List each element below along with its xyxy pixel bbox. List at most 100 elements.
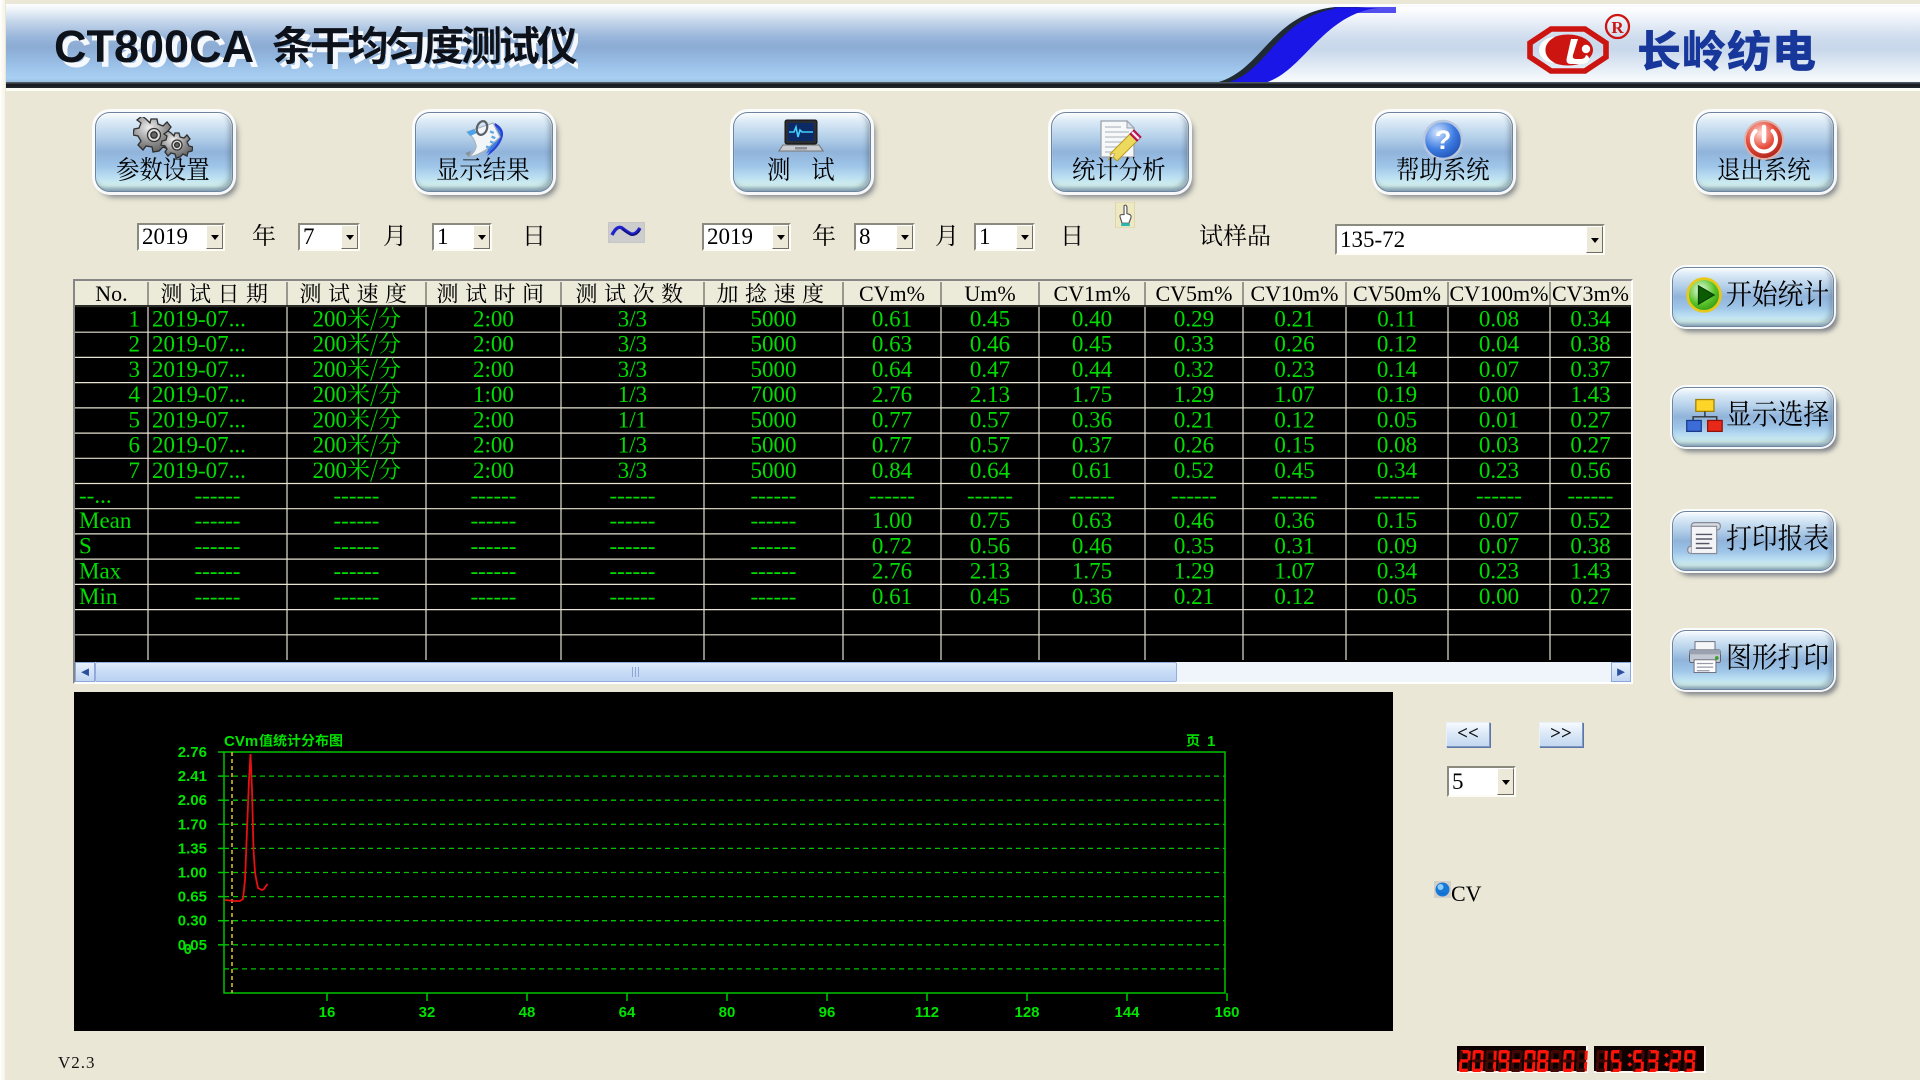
svg-text:2:00: 2:00 [473, 458, 514, 483]
svg-text:48: 48 [519, 1004, 536, 1021]
svg-text:0.11: 0.11 [1377, 307, 1416, 332]
svg-text:------: ------ [751, 584, 797, 609]
svg-text:------: ------ [334, 584, 380, 609]
svg-text:------: ------ [334, 508, 380, 533]
svg-text:0.38: 0.38 [1570, 332, 1610, 357]
svg-text:0.05: 0.05 [178, 937, 207, 954]
svg-text:0.40: 0.40 [1072, 307, 1112, 332]
svg-text:1.07: 1.07 [1274, 382, 1314, 407]
svg-text:2:00: 2:00 [473, 357, 514, 382]
svg-text:0.44: 0.44 [1072, 357, 1113, 382]
svg-text:------: ------ [471, 508, 517, 533]
svg-text:------: ------ [610, 508, 656, 533]
svg-text:0.34: 0.34 [1570, 307, 1611, 332]
svg-text:0.00: 0.00 [1479, 584, 1519, 609]
svg-text:0.63: 0.63 [872, 332, 912, 357]
svg-text:1.29: 1.29 [1174, 382, 1214, 407]
svg-text:1.00: 1.00 [872, 508, 912, 533]
svg-text:0.23: 0.23 [1479, 458, 1519, 483]
svg-text:1.70: 1.70 [178, 816, 207, 833]
svg-text:7000: 7000 [751, 382, 797, 407]
svg-text:0.12: 0.12 [1274, 584, 1314, 609]
svg-text:2019-07...: 2019-07... [152, 332, 246, 357]
svg-text:2019-07...: 2019-07... [152, 382, 246, 407]
svg-text:2:00: 2:00 [473, 433, 514, 458]
svg-text:200: 200 [312, 458, 347, 483]
svg-text:2:00: 2:00 [473, 332, 514, 357]
svg-text:CV3m%: CV3m% [1552, 281, 1629, 306]
svg-text:200: 200 [312, 332, 347, 357]
svg-text:1/3: 1/3 [618, 382, 647, 407]
svg-text:Min: Min [79, 584, 118, 609]
svg-text:S: S [79, 533, 92, 558]
svg-text:0.35: 0.35 [1174, 533, 1214, 558]
svg-text:0.37: 0.37 [1570, 357, 1610, 382]
svg-text:0.12: 0.12 [1274, 407, 1314, 432]
svg-text:3/3: 3/3 [618, 458, 647, 483]
svg-text:CV50m%: CV50m% [1353, 281, 1441, 306]
svg-text:------: ------ [1476, 483, 1522, 508]
svg-text:200: 200 [312, 382, 347, 407]
svg-text:------: ------ [610, 483, 656, 508]
svg-text:0.21: 0.21 [1274, 307, 1314, 332]
svg-text:0.63: 0.63 [1072, 508, 1112, 533]
svg-text:2019-07...: 2019-07... [152, 357, 246, 382]
svg-text:------: ------ [471, 559, 517, 584]
svg-text:------: ------ [195, 584, 241, 609]
svg-text:5000: 5000 [751, 357, 797, 382]
svg-text:0.84: 0.84 [872, 458, 913, 483]
svg-text:0.12: 0.12 [1377, 332, 1417, 357]
svg-text:0.61: 0.61 [1072, 458, 1112, 483]
svg-text:0.21: 0.21 [1174, 407, 1214, 432]
svg-text:0.32: 0.32 [1174, 357, 1214, 382]
svg-text:3: 3 [129, 357, 141, 382]
svg-text:0.26: 0.26 [1274, 332, 1314, 357]
svg-text:5000: 5000 [751, 307, 797, 332]
svg-text:0.23: 0.23 [1274, 357, 1314, 382]
svg-text:------: ------ [751, 508, 797, 533]
svg-text:CVm%: CVm% [859, 281, 925, 306]
svg-text:0.27: 0.27 [1570, 584, 1610, 609]
svg-text:0.23: 0.23 [1479, 559, 1519, 584]
svg-text:0.34: 0.34 [1377, 559, 1418, 584]
svg-text:2.13: 2.13 [970, 382, 1010, 407]
svg-text:3/3: 3/3 [618, 332, 647, 357]
svg-text:0.52: 0.52 [1174, 458, 1214, 483]
svg-text:0.34: 0.34 [1377, 458, 1418, 483]
svg-text:CV1m%: CV1m% [1054, 281, 1131, 306]
svg-text:0.56: 0.56 [970, 533, 1010, 558]
svg-text:32: 32 [419, 1004, 436, 1021]
svg-text:0.26: 0.26 [1174, 433, 1214, 458]
svg-text:0.30: 0.30 [178, 913, 207, 930]
svg-text:0.05: 0.05 [1377, 584, 1417, 609]
svg-text:200: 200 [312, 433, 347, 458]
svg-text:?: ? [1435, 125, 1452, 155]
svg-text:0.05: 0.05 [1377, 407, 1417, 432]
svg-text:80: 80 [719, 1004, 736, 1021]
svg-text:0.01: 0.01 [1479, 407, 1519, 432]
svg-text:0.52: 0.52 [1570, 508, 1610, 533]
svg-text:1.75: 1.75 [1072, 559, 1112, 584]
svg-text:1/3: 1/3 [618, 433, 647, 458]
svg-text:2019-07...: 2019-07... [152, 407, 246, 432]
svg-text:2.76: 2.76 [872, 382, 912, 407]
svg-text:0.61: 0.61 [872, 307, 912, 332]
svg-text:200: 200 [312, 307, 347, 332]
svg-text:5000: 5000 [751, 458, 797, 483]
svg-text:0.61: 0.61 [872, 584, 912, 609]
svg-text:------: ------ [1171, 483, 1217, 508]
svg-text:0.03: 0.03 [1479, 433, 1519, 458]
svg-text:1.43: 1.43 [1570, 382, 1610, 407]
svg-text:0.75: 0.75 [970, 508, 1010, 533]
svg-text:0.57: 0.57 [970, 407, 1010, 432]
svg-text:0.57: 0.57 [970, 433, 1010, 458]
svg-text:1.07: 1.07 [1274, 559, 1314, 584]
svg-text:5: 5 [129, 407, 141, 432]
svg-text:1:00: 1:00 [473, 382, 514, 407]
svg-text:5000: 5000 [751, 433, 797, 458]
svg-text:0.77: 0.77 [872, 407, 912, 432]
svg-text:0.15: 0.15 [1377, 508, 1417, 533]
svg-text:0.45: 0.45 [970, 307, 1010, 332]
svg-text:0.45: 0.45 [970, 584, 1010, 609]
svg-text:0.47: 0.47 [970, 357, 1010, 382]
